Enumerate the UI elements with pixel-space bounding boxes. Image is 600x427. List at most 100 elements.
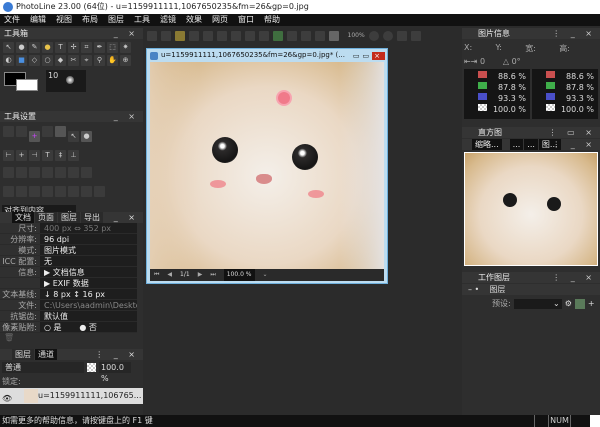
- prev-page-icon[interactable]: ◀: [167, 269, 172, 281]
- spacing-icon[interactable]: [68, 186, 79, 197]
- distribute-icon[interactable]: [29, 167, 40, 178]
- tool-icon[interactable]: ○: [42, 55, 53, 66]
- tool-icon[interactable]: ■: [16, 55, 27, 66]
- tab-page[interactable]: 页面: [35, 212, 57, 223]
- radio-no[interactable]: 否: [89, 323, 97, 332]
- tool-icon[interactable]: ⊕: [120, 55, 131, 66]
- zoom-in-icon[interactable]: [369, 31, 380, 41]
- menu-web[interactable]: 网页: [212, 14, 228, 26]
- work-layer-row[interactable]: – • 图层: [462, 284, 600, 295]
- distribute-icon[interactable]: [81, 167, 92, 178]
- document-titlebar[interactable]: u=1159911111,1067650235&fm=26&gp=0.jpg* …: [147, 49, 387, 62]
- distribute-icon[interactable]: [68, 167, 79, 178]
- spacing-icon[interactable]: [81, 186, 92, 197]
- tool-icon[interactable]: ◆: [55, 55, 66, 66]
- cut-icon[interactable]: [259, 31, 269, 41]
- wand-tool-icon[interactable]: ✷: [120, 42, 131, 53]
- option-icon[interactable]: [3, 126, 14, 137]
- new-icon[interactable]: [147, 31, 157, 41]
- layer-row[interactable]: 👁 u=1159911111,106765...: [0, 388, 143, 404]
- exif-expander[interactable]: ▶ EXIF 数据: [40, 278, 137, 288]
- last-page-icon[interactable]: ⏭: [210, 269, 215, 281]
- paste-icon[interactable]: [287, 31, 297, 41]
- copy-icon[interactable]: [273, 31, 283, 41]
- select-tool-icon[interactable]: ↖: [3, 42, 14, 53]
- panel-controls[interactable]: ⋮ _ ×: [552, 28, 596, 39]
- brush-tool-icon[interactable]: ✎: [29, 42, 40, 53]
- radio-yes[interactable]: 是: [54, 323, 62, 332]
- distribute-icon[interactable]: [3, 167, 14, 178]
- spacing-icon[interactable]: [16, 186, 27, 197]
- menu-edit[interactable]: 编辑: [30, 14, 46, 26]
- fill-tool-icon[interactable]: ●: [42, 42, 53, 53]
- doc-info-expander[interactable]: ▶ 文档信息: [40, 267, 137, 277]
- image-icon[interactable]: [189, 31, 199, 41]
- pen-icon[interactable]: [329, 31, 339, 41]
- canvas-image[interactable]: [150, 62, 384, 269]
- option-icon[interactable]: [55, 126, 66, 137]
- fit-icon[interactable]: [397, 31, 408, 41]
- align-right-icon[interactable]: ⊣: [29, 150, 40, 161]
- option-icon[interactable]: [42, 126, 53, 137]
- spacing-icon[interactable]: [3, 186, 14, 197]
- panel-controls[interactable]: _ ×: [114, 212, 139, 223]
- zoom-out-icon[interactable]: [383, 31, 394, 41]
- redo-icon[interactable]: [315, 31, 325, 41]
- eye-icon[interactable]: 👁: [2, 391, 12, 407]
- new-doc-icon[interactable]: [161, 31, 171, 41]
- tab-layers[interactable]: 图层: [12, 349, 34, 360]
- menu-help[interactable]: 帮助: [264, 14, 280, 26]
- tool-icon[interactable]: ◇: [29, 55, 40, 66]
- navigator-thumbnail[interactable]: [464, 152, 598, 266]
- gear-icon[interactable]: ⚙: [565, 299, 572, 308]
- spacing-icon[interactable]: [55, 186, 66, 197]
- tab-channels[interactable]: 通道: [35, 349, 57, 360]
- menu-effects[interactable]: 效果: [186, 14, 202, 26]
- spacing-icon[interactable]: [29, 186, 40, 197]
- opacity-field[interactable]: 100.0 %: [99, 362, 131, 383]
- option-icon[interactable]: +: [29, 131, 40, 142]
- tool-icon[interactable]: ✋: [107, 55, 118, 66]
- print-icon[interactable]: [245, 31, 255, 41]
- window-controls[interactable]: ▭▭ ×: [349, 50, 385, 62]
- save-icon[interactable]: [203, 31, 213, 41]
- panel-controls[interactable]: _ ×: [114, 28, 139, 39]
- menu-layout[interactable]: 布局: [82, 14, 98, 26]
- tab-thumbnail[interactable]: 缩略...: [472, 139, 502, 150]
- align-left-icon[interactable]: ⊢: [3, 150, 14, 161]
- distribute-icon[interactable]: [16, 167, 27, 178]
- baseline-fields[interactable]: ↓ 8 px ↕ 16 px: [40, 289, 137, 299]
- tab-layer[interactable]: 图层: [58, 212, 80, 223]
- zoom-field[interactable]: 100.0 %: [223, 269, 255, 281]
- menu-tools[interactable]: 工具: [134, 14, 150, 26]
- plus-icon[interactable]: +: [588, 299, 595, 308]
- spacing-icon[interactable]: [94, 186, 105, 197]
- option-icon[interactable]: ●: [81, 131, 92, 142]
- first-page-icon[interactable]: ⏮: [154, 269, 159, 281]
- tool-icon[interactable]: ◐: [3, 55, 14, 66]
- align-bottom-icon[interactable]: ⊥: [68, 150, 79, 161]
- zoom-readout[interactable]: 100%: [348, 32, 365, 39]
- fullscreen-icon[interactable]: [411, 31, 422, 41]
- pen-tool-icon[interactable]: ✒: [94, 42, 105, 53]
- menu-view[interactable]: 视图: [56, 14, 72, 26]
- menu-window[interactable]: 窗口: [238, 14, 254, 26]
- back-icon[interactable]: [217, 31, 227, 41]
- page-indicator[interactable]: 1/1: [180, 269, 190, 281]
- chevron-down-icon[interactable]: ⌄: [263, 269, 268, 281]
- trash-icon[interactable]: 🗑: [4, 333, 14, 342]
- tool-icon[interactable]: ✂: [68, 55, 79, 66]
- color-swatches[interactable]: [2, 70, 42, 92]
- align-center-icon[interactable]: +: [16, 150, 27, 161]
- option-icon[interactable]: [16, 126, 27, 137]
- mode-select[interactable]: 图片模式: [40, 245, 137, 255]
- text-tool-icon[interactable]: T: [55, 42, 66, 53]
- antialias-select[interactable]: 默认值: [40, 311, 137, 321]
- preset-select[interactable]: ⌄: [513, 298, 562, 309]
- grid-icon[interactable]: [574, 298, 585, 309]
- eye-icon[interactable]: – •: [468, 285, 479, 294]
- menu-file[interactable]: 文件: [4, 14, 20, 26]
- brush-preview[interactable]: 10: [46, 70, 86, 92]
- panel-controls[interactable]: ⋮ _ ×: [552, 139, 596, 150]
- align-top-icon[interactable]: T: [42, 150, 53, 161]
